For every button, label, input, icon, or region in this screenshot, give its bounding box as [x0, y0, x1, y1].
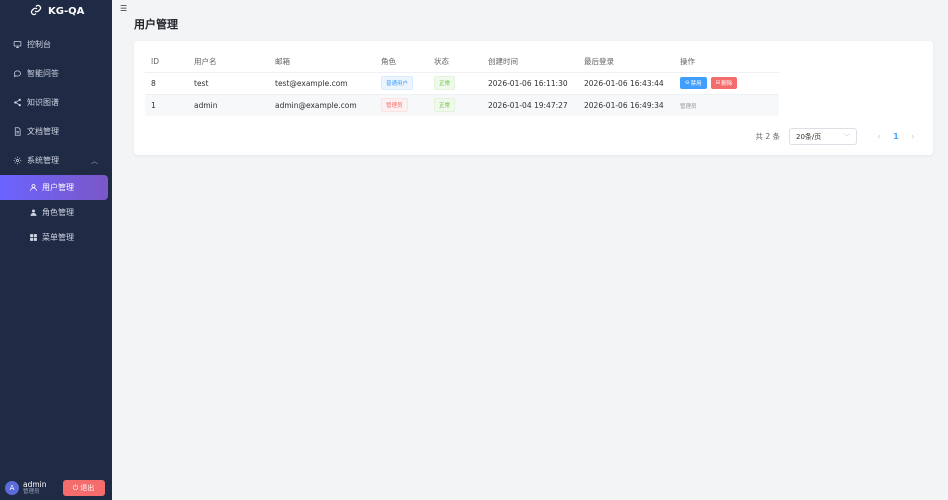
share-icon: [12, 98, 22, 108]
delete-label: 删除: [721, 81, 733, 87]
sidebar-item-label: 知识图谱: [27, 98, 59, 107]
monitor-icon: [12, 40, 22, 50]
cell-status: 正常: [428, 72, 482, 94]
col-last-login: 最后登录: [584, 57, 614, 67]
system-submenu: 用户管理 角色管理 菜单管理: [0, 175, 112, 250]
cell-email: test@example.com: [275, 78, 348, 88]
user-name: admin: [23, 480, 47, 489]
sidebar-item-dashboard[interactable]: 控制台: [0, 30, 112, 59]
avatar[interactable]: A: [5, 481, 19, 495]
grid-icon: [29, 233, 38, 242]
pagination: 共 2 条 20条/页 ﹀ ‹ 1 ›: [755, 128, 921, 145]
disable-label: 禁用: [690, 81, 702, 87]
col-username: 用户名: [194, 57, 217, 67]
menu-toggle-icon[interactable]: ☰: [120, 5, 127, 13]
users-card: ID 用户名 邮箱 角色 状态 创建时间 最后登录 操作 8 test test…: [134, 41, 933, 155]
disable-button[interactable]: ⊝ 禁用: [680, 77, 707, 89]
sidebar-item-label: 菜单管理: [42, 233, 74, 242]
link-icon: [30, 4, 42, 19]
status-badge: 正常: [434, 98, 456, 113]
cell-actions: 管理员: [674, 94, 779, 116]
app-logo[interactable]: KG-QA: [0, 0, 112, 22]
user-meta: admin 管理员: [23, 481, 47, 495]
admin-note: 管理员: [680, 103, 697, 110]
page-size-value: 20条/页: [796, 132, 822, 141]
table-row: 1 admin admin@example.com 管理员 正常 2026-01…: [145, 94, 779, 116]
sidebar-item-qa[interactable]: 智能问答: [0, 59, 112, 88]
pagination-total: 共 2 条: [755, 132, 780, 141]
table-row: 8 test test@example.com 普通用户 正常 2026-01-…: [145, 72, 779, 94]
topbar: ☰: [112, 0, 948, 16]
lock-icon: ⊝: [685, 80, 690, 86]
trash-icon: ⊟: [715, 80, 721, 86]
cell-role: 管理员: [375, 94, 428, 116]
sidebar-item-label: 角色管理: [42, 208, 74, 217]
sidebar-item-label: 用户管理: [42, 183, 74, 192]
logout-label: 退出: [80, 484, 95, 492]
sidebar-item-label: 文档管理: [27, 127, 59, 136]
sidebar-item-label: 系统管理: [27, 156, 59, 165]
sidebar-item-system[interactable]: 系统管理 ︿: [0, 146, 112, 175]
user-filled-icon: [29, 208, 38, 217]
chevron-up-icon: ︿: [91, 157, 98, 165]
document-icon: [12, 127, 22, 137]
cell-id: 1: [145, 94, 188, 116]
table-header-row: ID 用户名 邮箱 角色 状态 创建时间 最后登录 操作: [145, 52, 779, 72]
sidebar-item-label: 控制台: [27, 40, 51, 49]
user-panel: A admin 管理员 ⏻ 退出: [0, 476, 112, 500]
status-badge: 正常: [434, 76, 456, 90]
sidebar-item-roles[interactable]: 角色管理: [0, 200, 112, 225]
page-title: 用户管理: [134, 18, 178, 31]
app-title: KG-QA: [48, 5, 85, 17]
cell-last-login: 2026-01-06 16:43:44: [584, 78, 664, 88]
user-icon: [29, 183, 38, 192]
sidebar-item-menus[interactable]: 菜单管理: [0, 225, 112, 250]
gear-icon: [12, 156, 22, 166]
sidebar-item-knowledge-graph[interactable]: 知识图谱: [0, 88, 112, 117]
sidebar-item-documents[interactable]: 文档管理: [0, 117, 112, 146]
sidebar-item-users[interactable]: 用户管理: [0, 175, 108, 200]
next-page-button[interactable]: ›: [905, 132, 921, 141]
power-icon: ⏻: [72, 483, 79, 492]
logout-button[interactable]: ⏻ 退出: [62, 480, 105, 496]
col-status: 状态: [434, 57, 449, 67]
cell-username: test: [194, 78, 209, 88]
cell-username: admin: [188, 94, 269, 116]
cell-id: 8: [151, 78, 156, 88]
role-badge: 管理员: [381, 98, 408, 113]
cell-created: 2026-01-06 16:11:30: [488, 78, 568, 88]
cell-role: 普通用户: [375, 72, 428, 94]
users-table: ID 用户名 邮箱 角色 状态 创建时间 最后登录 操作 8 test test…: [145, 52, 779, 116]
cell-email: admin@example.com: [269, 94, 375, 116]
col-email: 邮箱: [275, 57, 290, 67]
role-badge: 普通用户: [381, 76, 414, 90]
col-role: 角色: [381, 57, 396, 67]
col-created: 创建时间: [488, 57, 518, 67]
col-actions: 操作: [680, 57, 695, 67]
sidebar: KG-QA 控制台 智能问答 知识图谱 文档管理 系统管理 ︿ 用户管理 角色管…: [0, 0, 112, 500]
chat-icon: [12, 69, 22, 79]
prev-page-button[interactable]: ‹: [871, 132, 887, 141]
cell-status: 正常: [428, 94, 482, 116]
chevron-down-icon: ﹀: [843, 134, 850, 141]
cell-created: 2026-01-04 19:47:27: [482, 94, 578, 116]
sidebar-nav: 控制台 智能问答 知识图谱 文档管理 系统管理 ︿: [0, 30, 112, 175]
page-number-current[interactable]: 1: [887, 132, 905, 141]
user-role: 管理员: [23, 488, 40, 495]
cell-actions: ⊝ 禁用 ⊟ 删除: [674, 72, 779, 94]
page-size-select[interactable]: 20条/页 ﹀: [789, 128, 857, 145]
delete-button[interactable]: ⊟ 删除: [710, 77, 738, 89]
col-id: ID: [151, 57, 159, 67]
cell-last-login: 2026-01-06 16:49:34: [578, 94, 674, 116]
sidebar-item-label: 智能问答: [27, 69, 59, 78]
